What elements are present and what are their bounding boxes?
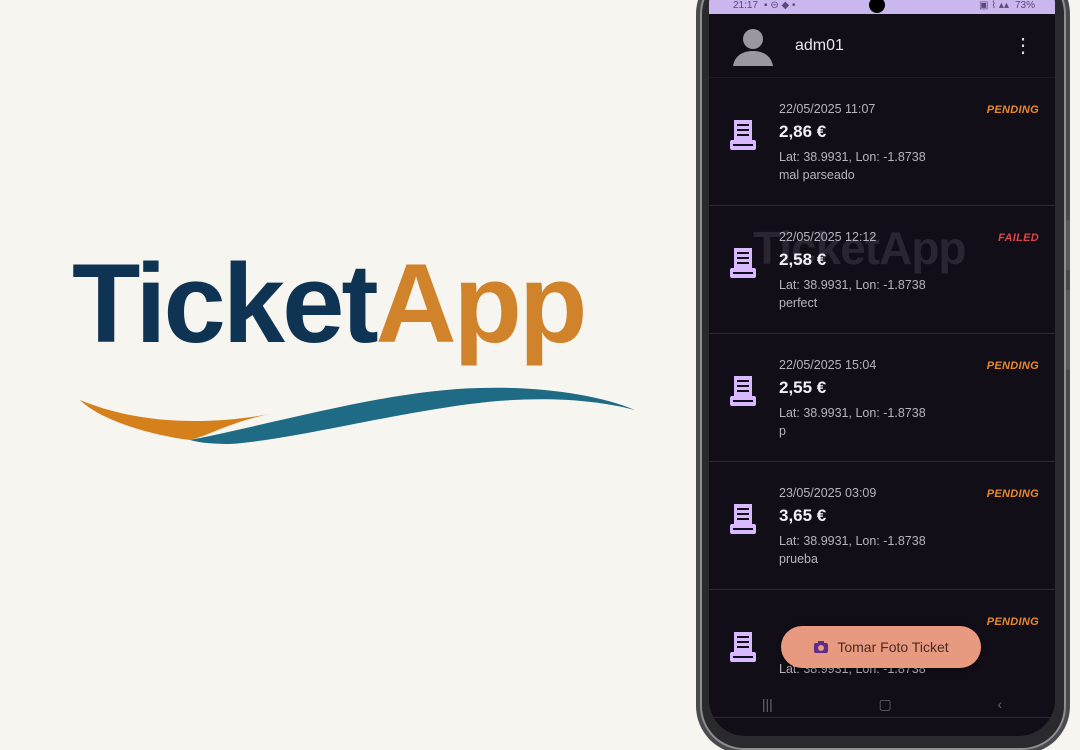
ticket-item[interactable]: 22/05/2025 11:07 2,86 € Lat: 38.9931, Lo…	[709, 78, 1055, 206]
ticket-item[interactable]: 23/05/2025 03:09 3,65 € Lat: 38.9931, Lo…	[709, 462, 1055, 590]
ticket-list[interactable]: 22/05/2025 11:07 2,86 € Lat: 38.9931, Lo…	[709, 78, 1055, 718]
status-time: 21:17	[733, 0, 759, 11]
username: adm01	[795, 36, 844, 54]
more-vert-icon[interactable]: ⋮	[1013, 36, 1033, 56]
logo-part-ticket: Ticket	[72, 241, 379, 366]
status-bar: 21:17 ▪ ⊖ ◆ • ▣ ⌇ ▴▴ 73%	[709, 0, 1055, 14]
status-badge: PENDING	[986, 360, 1039, 372]
ticket-item[interactable]: 22/05/2025 12:12 2,58 € Lat: 38.9931, Lo…	[709, 206, 1055, 334]
signal-icon: ▣ ⌇ ▴▴	[979, 0, 1009, 11]
ticket-note: p	[779, 424, 786, 438]
notification-icon: ▪ ⊖ ◆ •	[764, 0, 796, 11]
receipt-icon	[730, 504, 756, 534]
avatar-icon[interactable]	[731, 24, 775, 68]
ticket-item[interactable]: 22/05/2025 15:04 2,55 € Lat: 38.9931, Lo…	[709, 334, 1055, 462]
recents-icon[interactable]: |||	[762, 696, 773, 712]
logo-wordmark: TicketApp	[72, 248, 587, 360]
status-badge: PENDING	[986, 616, 1039, 628]
receipt-icon	[730, 120, 756, 150]
ticket-coords: Lat: 38.9931, Lon: -1.8738	[779, 150, 926, 164]
ticketapp-logo: TicketApp	[60, 240, 660, 470]
back-icon[interactable]: ‹	[997, 696, 1002, 712]
ticket-amount: 2,55 €	[779, 378, 827, 397]
home-icon[interactable]: ▢	[879, 696, 892, 713]
ticket-note: mal parseado	[779, 168, 855, 182]
status-badge: PENDING	[986, 104, 1039, 116]
ticket-coords: Lat: 38.9931, Lon: -1.8738	[779, 406, 926, 420]
receipt-icon	[730, 632, 756, 662]
status-badge: PENDING	[986, 488, 1039, 500]
app-screen: 21:17 ▪ ⊖ ◆ • ▣ ⌇ ▴▴ 73% adm01 ⋮ TicketA…	[709, 0, 1055, 736]
battery-level: 73%	[1014, 0, 1035, 11]
ticket-amount: 2,86 €	[779, 122, 827, 141]
system-nav-bar: ||| ▢ ‹	[709, 692, 1055, 716]
receipt-icon	[730, 248, 756, 278]
ticket-note: prueba	[779, 552, 818, 566]
receipt-icon	[730, 376, 756, 406]
ticket-coords: Lat: 38.9931, Lon: -1.8738	[779, 278, 926, 292]
logo-swoosh-icon	[80, 387, 635, 444]
camera-cutout	[869, 0, 885, 13]
ticket-coords: Lat: 38.9931, Lon: -1.8738	[779, 534, 926, 548]
take-photo-label: Tomar Foto Ticket	[837, 639, 949, 655]
camera-icon	[814, 641, 829, 653]
ticket-note: perfect	[779, 296, 818, 310]
take-photo-button[interactable]: Tomar Foto Ticket	[781, 626, 981, 668]
ticket-amount: 3,65 €	[779, 506, 827, 525]
app-header: adm01 ⋮	[709, 14, 1055, 78]
ticket-amount: 2,58 €	[779, 250, 827, 269]
phone-mockup: 21:17 ▪ ⊖ ◆ • ▣ ⌇ ▴▴ 73% adm01 ⋮ TicketA…	[700, 0, 1070, 750]
status-badge: FAILED	[998, 232, 1039, 244]
logo-part-app: App	[375, 241, 588, 366]
